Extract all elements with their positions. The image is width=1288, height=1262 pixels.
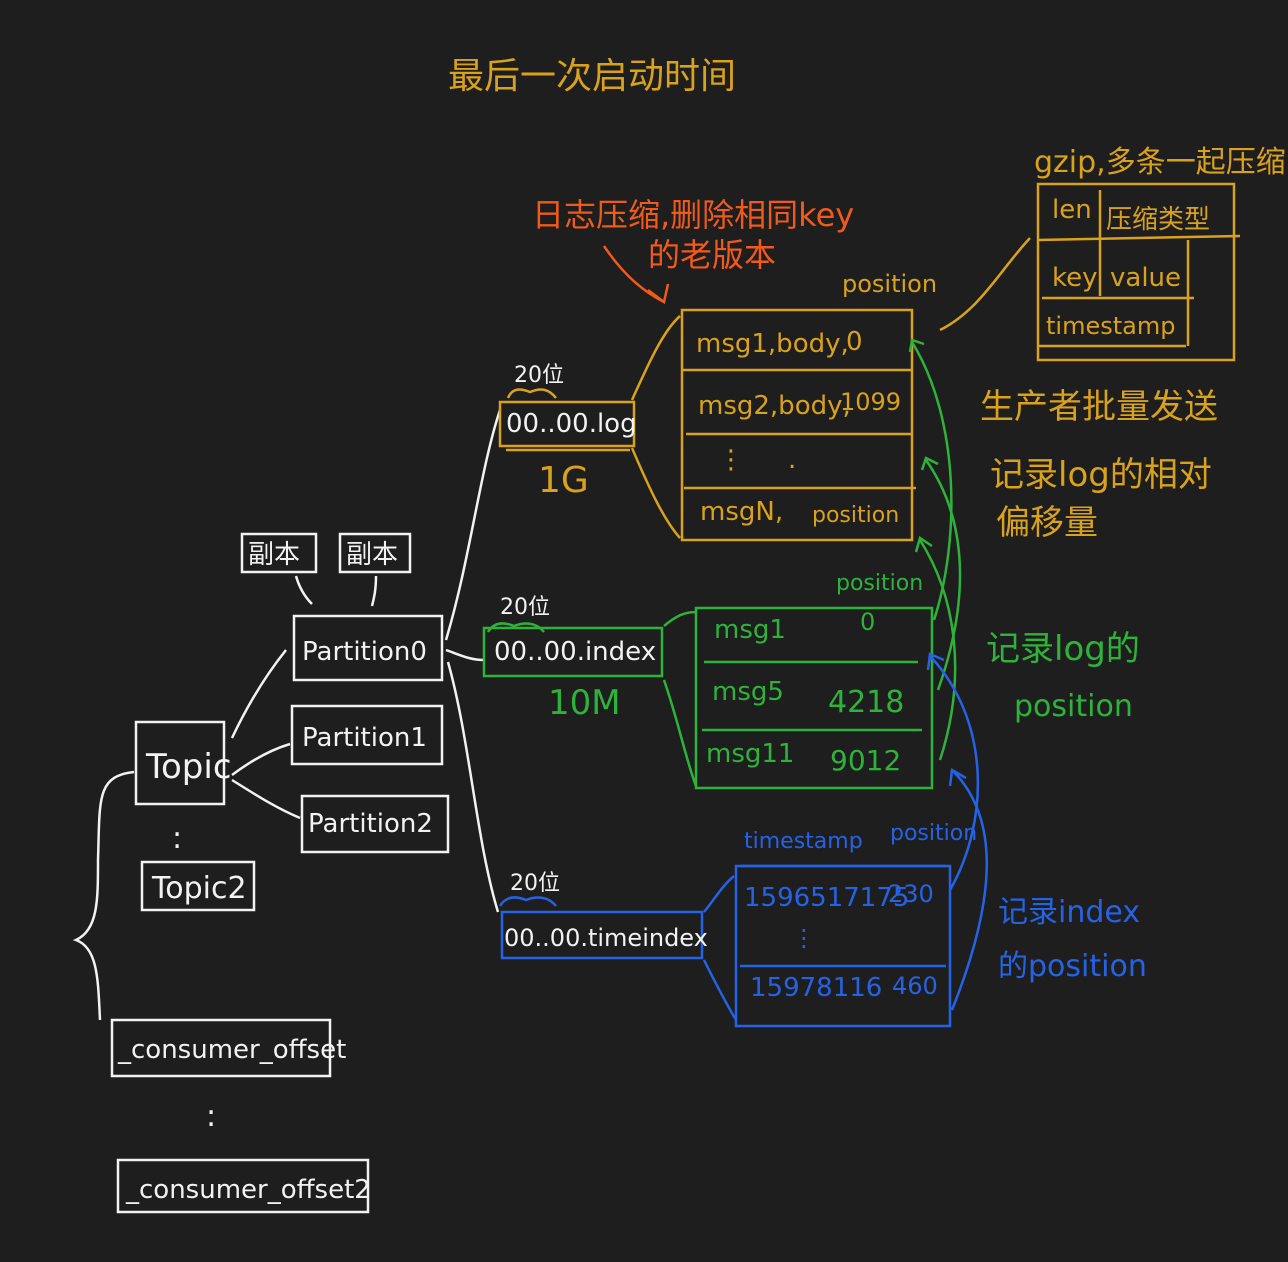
- replica-link-1: [294, 575, 313, 605]
- index-row-1-msg: msg1: [714, 615, 786, 645]
- timeindex-row-1-ts: 1596517175: [744, 883, 909, 913]
- replica-link-2: [370, 575, 378, 607]
- index-bits: 20位: [500, 595, 550, 620]
- timeindex-row-3-pos: 460: [892, 972, 938, 1000]
- timeindex-row-2-ts: ⋮: [792, 924, 816, 952]
- record-value: value: [1110, 263, 1181, 293]
- log-row-3-pos: .: [788, 445, 796, 475]
- timeindex-header-position: position: [890, 821, 977, 846]
- timeindex-bits: 20位: [510, 871, 560, 896]
- log-table-header: position: [842, 270, 937, 298]
- topic-label: Topic: [145, 747, 232, 787]
- log-bits-brace: [506, 388, 557, 399]
- log-row-2-pos: 1099: [840, 388, 901, 416]
- record-attr: 压缩类型: [1106, 205, 1210, 235]
- record-len: len: [1052, 195, 1092, 225]
- index-position-note-line2: 的position: [998, 949, 1147, 984]
- record-key: key: [1052, 263, 1098, 293]
- consumer-dots: :: [206, 1099, 216, 1134]
- log-file-size: 1G: [538, 460, 589, 501]
- compaction-note-line1: 日志压缩,删除相同key: [532, 196, 854, 234]
- log-offset-note-line1: 记录log的相对: [990, 455, 1212, 495]
- timeindex-header-timestamp: timestamp: [744, 829, 863, 854]
- log-row-2-msg: msg2,body,: [698, 391, 851, 421]
- topics-brace: [72, 770, 135, 1021]
- partition0-label: Partition0: [302, 637, 427, 667]
- log-file-name: 00..00.log: [506, 409, 637, 439]
- timeindex-file-name: 00..00.timeindex: [504, 924, 708, 952]
- timeindex-row-1-pos: 230: [888, 880, 934, 908]
- topic2-label: Topic2: [151, 871, 247, 906]
- timeindex-row-3-ts: 15978116: [750, 973, 882, 1003]
- last-start-time-note: 最后一次启动时间: [448, 56, 736, 97]
- diagram-svg: 最后一次启动时间 Topic : Topic2 _consumer_offset…: [72, 56, 1286, 1214]
- index-file-name: 00..00.index: [494, 637, 656, 667]
- log-offset-note-line2: 偏移量: [996, 503, 1098, 543]
- log-row-1-pos: 0: [846, 327, 863, 357]
- topic-partition-links: [230, 649, 301, 820]
- timeindex-to-index-arrow-2: [950, 771, 989, 1011]
- index-row-2-msg: msg5: [712, 677, 784, 707]
- gzip-note: gzip,多条一起压缩: [1034, 145, 1286, 180]
- timeindex-bits-brace: [498, 896, 557, 907]
- consumer-offset-label: _consumer_offset: [117, 1035, 346, 1065]
- log-position-note-line1: 记录log的: [986, 629, 1140, 669]
- log-row-3-msg: ⋮: [718, 445, 744, 475]
- index-row-3-pos: 9012: [830, 744, 901, 777]
- index-row-1-pos: 0: [860, 608, 875, 636]
- log-position-note-line2: position: [1014, 689, 1133, 724]
- partition-file-links: [444, 409, 502, 913]
- consumer-offset2-label: _consumer_offset2: [125, 1175, 371, 1205]
- compaction-note-line2: 的老版本: [648, 236, 776, 274]
- index-row-2-pos: 4218: [828, 685, 904, 720]
- replica-label-1: 副本: [248, 540, 300, 570]
- diagram-canvas: 最后一次启动时间 Topic : Topic2 _consumer_offset…: [0, 0, 1288, 1262]
- topics-dots: :: [172, 821, 182, 856]
- replica-label-2: 副本: [346, 540, 398, 570]
- partition1-label: Partition1: [302, 723, 427, 753]
- log-row-1-msg: msg1,body,: [696, 329, 849, 359]
- index-table-header: position: [836, 571, 923, 596]
- partition2-label: Partition2: [308, 809, 433, 839]
- batch-send-note: 生产者批量发送: [980, 387, 1218, 427]
- record-timestamp: timestamp: [1046, 312, 1175, 340]
- log-row-4-pos: position: [812, 503, 899, 528]
- index-file-size: 10M: [548, 683, 621, 723]
- log-row-4-msg: msgN,: [700, 497, 783, 527]
- index-position-note-line1: 记录index: [998, 895, 1140, 930]
- log-bits: 20位: [514, 363, 564, 388]
- index-row-3-msg: msg11: [706, 739, 794, 769]
